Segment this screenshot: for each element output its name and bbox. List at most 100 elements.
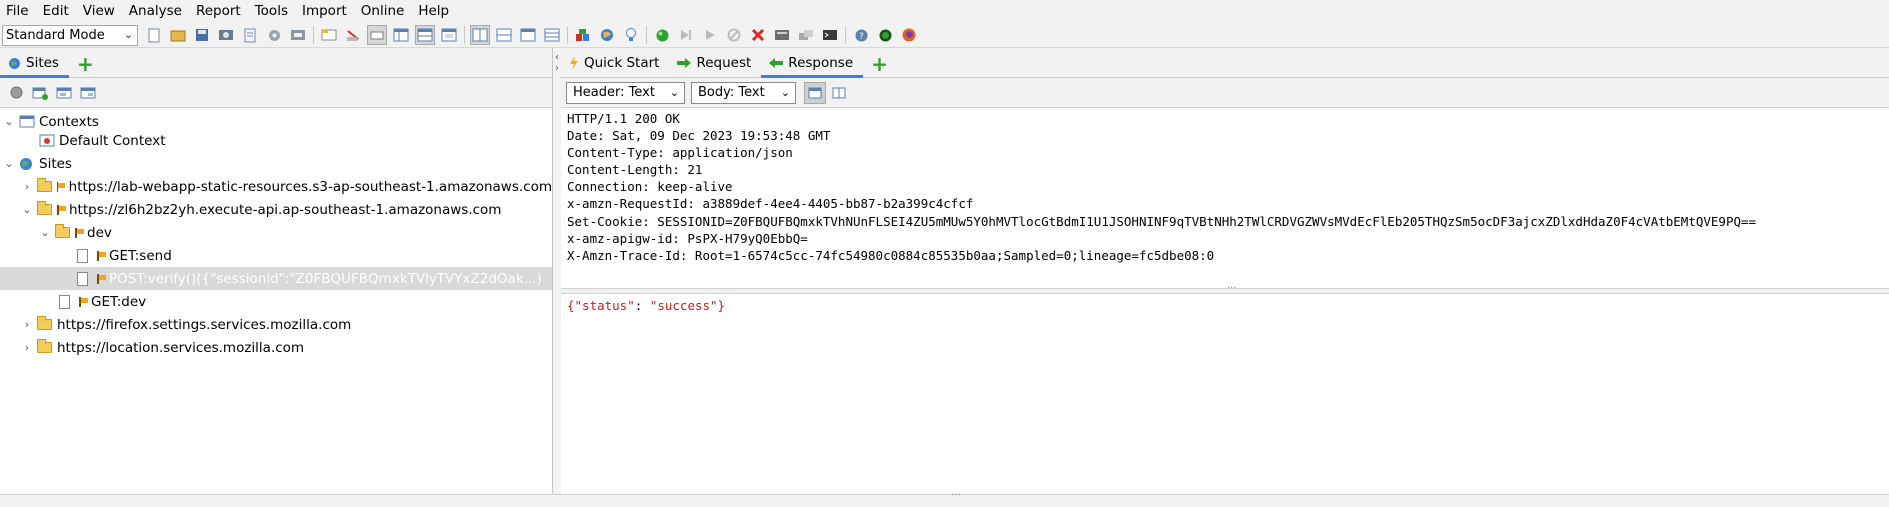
tabs-layout-icon[interactable]: [367, 25, 387, 45]
context-target-icon: [39, 134, 55, 148]
tree-node-default-context[interactable]: Default Context: [0, 129, 552, 152]
menu-import[interactable]: Import: [296, 0, 355, 23]
request-response-tabs-icon[interactable]: [518, 25, 538, 45]
header-line: X-Amzn-Trace-Id: Root=1-6574c5cc-74fc549…: [567, 247, 1215, 263]
chevron-down-icon[interactable]: ⌄: [2, 115, 16, 128]
request-response-horizontal-icon[interactable]: [494, 25, 514, 45]
manual-request-icon[interactable]: [772, 25, 792, 45]
break-on-all-requests-icon[interactable]: [652, 25, 672, 45]
show-only-in-scope-icon[interactable]: [6, 83, 26, 103]
chevron-right-icon[interactable]: ›: [20, 180, 34, 193]
flag-icon: [97, 273, 106, 284]
session-properties-icon[interactable]: [240, 25, 260, 45]
layout-below-icon[interactable]: [439, 25, 459, 45]
tab-request[interactable]: Request: [669, 49, 761, 77]
tree-node-request[interactable]: GET:send: [0, 244, 552, 267]
hint-bulb-icon[interactable]: [621, 25, 641, 45]
request-response-split-icon[interactable]: [470, 25, 490, 45]
panel-splitter[interactable]: [553, 48, 561, 494]
layout-tabs-side-icon[interactable]: [415, 25, 435, 45]
tree-node-site[interactable]: › https://location.services.mozilla.com: [0, 336, 552, 359]
header-line: x-amzn-RequestId: a3889def-4ee4-4405-bb8…: [567, 196, 974, 212]
hud-icon[interactable]: [875, 25, 895, 45]
chevron-down-icon: ⌄: [780, 85, 790, 99]
menu-help[interactable]: Help: [412, 0, 457, 23]
folder-icon: [36, 178, 53, 194]
add-tab-plus-icon[interactable]: +: [863, 51, 896, 77]
tree-node-site[interactable]: ⌄ https://zl6h2bz2yh.execute-api.ap-sout…: [0, 198, 552, 221]
toolbar-separator: [646, 26, 647, 44]
split-vertical-view-icon[interactable]: [804, 81, 826, 104]
tab-response[interactable]: Response: [761, 49, 863, 78]
header-line: x-amz-apigw-id: PsPX-H79yQ0EbbQ=: [567, 230, 808, 246]
menu-file[interactable]: File: [0, 0, 37, 23]
add-tab-plus-icon[interactable]: +: [69, 51, 102, 77]
open-session-icon[interactable]: [168, 25, 188, 45]
import-context-icon[interactable]: [54, 83, 74, 103]
menu-report[interactable]: Report: [190, 0, 249, 23]
scope-icon[interactable]: [573, 25, 593, 45]
menu-bar: File Edit View Analyse Report Tools Impo…: [0, 0, 1889, 23]
layout-full-icon[interactable]: [391, 25, 411, 45]
options-gear-icon[interactable]: [264, 25, 284, 45]
folder-open-icon: [55, 224, 71, 240]
tree-node-sites[interactable]: ⌄ Sites: [0, 152, 552, 175]
clear-breakpoints-icon[interactable]: [748, 25, 768, 45]
step-icon[interactable]: [676, 25, 696, 45]
new-session-icon[interactable]: [144, 25, 164, 45]
drag-handle-icon: ···: [1227, 283, 1237, 294]
menu-view[interactable]: View: [77, 0, 123, 23]
globe-icon: [8, 57, 21, 70]
pin-tabs-icon[interactable]: [343, 25, 363, 45]
sites-toolbar: [0, 78, 552, 108]
header-line: HTTP/1.1 200 OK: [567, 111, 680, 126]
console-icon[interactable]: [820, 25, 840, 45]
split-horizontal-view-icon[interactable]: [828, 82, 850, 104]
main-toolbar: Standard Mode ⌄ ?: [0, 23, 1889, 48]
drag-handle-icon[interactable]: ···: [951, 490, 961, 501]
collapse-arrows-icon[interactable]: ‹ ›: [555, 52, 559, 74]
chevron-right-icon[interactable]: ›: [20, 341, 34, 354]
chevron-down-icon[interactable]: ⌄: [38, 226, 52, 239]
chevron-right-icon[interactable]: ›: [20, 318, 34, 331]
fuzzer-icon[interactable]: [796, 25, 816, 45]
mode-select[interactable]: Standard Mode ⌄: [2, 24, 138, 46]
flag-icon: [75, 227, 84, 238]
export-context-icon[interactable]: [78, 83, 98, 103]
tab-sites-label: Sites: [26, 55, 59, 71]
save-session-icon[interactable]: [192, 25, 212, 45]
tree-node-label: https://location.services.mozilla.com: [57, 339, 305, 356]
manage-addons-icon[interactable]: [288, 25, 308, 45]
tree-node-request-selected[interactable]: POST:verify()({"sessionid":"Z0FBQUFBQmxk…: [0, 267, 552, 290]
show-tabs-icon[interactable]: [319, 25, 339, 45]
menu-edit[interactable]: Edit: [37, 0, 77, 23]
tab-quick-start[interactable]: Quick Start: [561, 49, 669, 77]
folder-icon: [37, 339, 53, 355]
response-body-text[interactable]: {"status": "success"}: [561, 294, 1889, 317]
new-context-icon[interactable]: [30, 83, 50, 103]
tree-node-site[interactable]: › https://firefox.settings.services.mozi…: [0, 313, 552, 336]
tree-node-folder[interactable]: ⌄ dev: [0, 221, 552, 244]
header-line: Date: Sat, 09 Dec 2023 19:53:48 GMT: [567, 128, 831, 144]
menu-online[interactable]: Online: [355, 0, 413, 23]
chevron-down-icon[interactable]: ⌄: [2, 157, 16, 170]
tab-sites[interactable]: Sites: [0, 49, 69, 78]
body-format-select[interactable]: Body: Text ⌄: [691, 81, 796, 104]
continue-icon[interactable]: [700, 25, 720, 45]
menu-tools[interactable]: Tools: [249, 0, 296, 23]
firefox-launch-icon[interactable]: [899, 25, 919, 45]
json-colon: :: [634, 298, 650, 313]
tree-node-request[interactable]: GET:dev: [0, 290, 552, 313]
addons-globe-icon[interactable]: [597, 25, 617, 45]
chevron-down-icon[interactable]: ⌄: [20, 203, 34, 216]
header-format-select[interactable]: Header: Text ⌄: [566, 81, 685, 104]
menu-analyse[interactable]: Analyse: [123, 0, 190, 23]
snapshot-icon[interactable]: [216, 25, 236, 45]
toolbar-separator: [464, 26, 465, 44]
request-response-panes-icon[interactable]: [542, 25, 562, 45]
response-header-text[interactable]: HTTP/1.1 200 OK Date: Sat, 09 Dec 2023 19…: [561, 108, 1889, 288]
drop-icon[interactable]: [724, 25, 744, 45]
header-body-splitter[interactable]: ···: [561, 283, 1889, 294]
tree-node-site[interactable]: › https://lab-webapp-static-resources.s3…: [0, 175, 552, 198]
help-icon[interactable]: ?: [851, 25, 871, 45]
